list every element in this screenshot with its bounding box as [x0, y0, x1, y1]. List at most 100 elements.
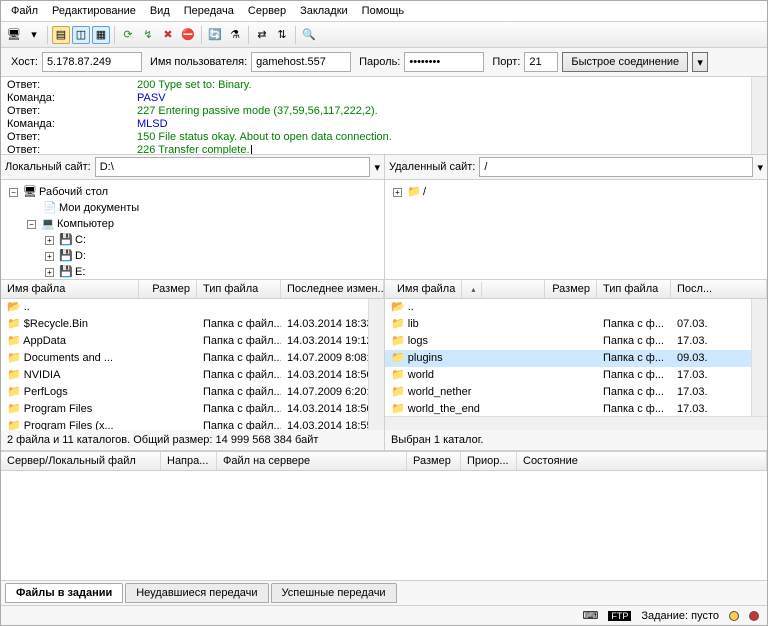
message-log[interactable]: Ответ:200 Type set to: Binary.Команда:PA… — [1, 77, 767, 155]
scrollbar[interactable] — [751, 77, 767, 154]
dropdown-icon[interactable]: ▾ — [25, 26, 43, 44]
queue-list[interactable] — [1, 471, 767, 580]
tree-label[interactable]: C: — [75, 232, 86, 248]
tree-label[interactable]: Компьютер — [57, 216, 114, 232]
statusbar: ⌨ FTP Задание: пусто — [1, 605, 767, 625]
list-item[interactable]: 📁 Program Files — [1, 402, 139, 417]
user-input[interactable] — [251, 52, 351, 72]
queue-status: Задание: пусто — [641, 610, 719, 622]
queue-col-prio[interactable]: Приор... — [461, 452, 517, 470]
expand-icon[interactable]: − — [27, 220, 36, 229]
expand-icon[interactable]: + — [45, 236, 54, 245]
tree-label[interactable]: Мои документы — [59, 200, 139, 216]
remote-path-input[interactable] — [479, 157, 753, 177]
expand-icon[interactable]: + — [45, 252, 54, 261]
col-type[interactable]: Тип файла — [197, 280, 281, 298]
menubar: Файл Редактирование Вид Передача Сервер … — [1, 1, 767, 22]
local-list-header[interactable]: Имя файла Размер Тип файла Последнее изм… — [1, 280, 384, 299]
queue-col-remote[interactable]: Файл на сервере — [217, 452, 407, 470]
log-value: 227 Entering passive mode (37,59,56,117,… — [137, 105, 378, 118]
quickconnect-button[interactable]: Быстрое соединение — [562, 52, 688, 72]
list-item[interactable]: 📁 $Recycle.Bin — [1, 317, 139, 332]
expand-icon[interactable]: + — [393, 188, 402, 197]
filter-icon[interactable]: ⚗ — [226, 26, 244, 44]
chevron-down-icon[interactable]: ▾ — [757, 161, 763, 174]
remote-list[interactable]: 📂 ..📁 libПапка с ф...07.03.📁 logsПапка с… — [385, 299, 767, 430]
toggle-queue-icon[interactable]: ▦ — [92, 26, 110, 44]
scrollbar[interactable] — [751, 299, 767, 430]
folder-icon: 📁 — [407, 186, 421, 198]
tab-success[interactable]: Успешные передачи — [271, 583, 397, 603]
expand-icon[interactable]: + — [45, 268, 54, 277]
col-mod[interactable]: Последнее измен... — [281, 280, 384, 298]
list-item[interactable]: 📁 logs — [385, 334, 545, 349]
cancel-icon[interactable]: ✖ — [159, 26, 177, 44]
tab-failed[interactable]: Неудавшиеся передачи — [125, 583, 268, 603]
local-path-input[interactable] — [95, 157, 371, 177]
tree-label[interactable]: / — [423, 184, 426, 200]
col-type[interactable]: Тип файла — [597, 280, 671, 298]
local-tree[interactable]: −🖥Рабочий стол📄Мои документы−💻Компьютер+… — [1, 180, 384, 280]
chevron-down-icon[interactable]: ▾ — [374, 161, 380, 174]
queue-col-size[interactable]: Размер — [407, 452, 461, 470]
keyboard-icon[interactable]: ⌨ — [582, 609, 598, 622]
list-item[interactable]: 📁 PerfLogs — [1, 385, 139, 400]
list-item[interactable]: 📁 Documents and ... — [1, 351, 139, 366]
col-mod[interactable]: Посл... — [671, 280, 767, 298]
list-item[interactable]: 📁 world — [385, 368, 545, 383]
find-icon[interactable]: 🔍 — [300, 26, 318, 44]
menu-server[interactable]: Сервер — [242, 3, 292, 19]
scrollbar[interactable] — [368, 299, 384, 430]
remote-pane: Удаленный сайт: ▾ +📁/ Имя файла▴ Размер … — [385, 155, 767, 451]
remote-tree[interactable]: + 📁/ — [385, 180, 767, 280]
refresh-icon[interactable]: ⟳ — [119, 26, 137, 44]
menu-transfer[interactable]: Передача — [178, 3, 240, 19]
remote-list-header[interactable]: Имя файла▴ Размер Тип файла Посл... — [385, 280, 767, 299]
sitemanager-icon[interactable]: 🖥 — [5, 26, 23, 44]
menu-file[interactable]: Файл — [5, 3, 44, 19]
expand-icon[interactable]: − — [9, 188, 18, 197]
list-item[interactable]: 📁 lib — [385, 317, 545, 332]
menu-help[interactable]: Помощь — [356, 3, 411, 19]
host-input[interactable] — [42, 52, 142, 72]
list-item[interactable]: 📁 AppData — [1, 334, 139, 349]
list-item[interactable]: 📁 world_the_end — [385, 402, 545, 417]
list-item[interactable]: 📂 .. — [385, 300, 545, 315]
scrollbar-h[interactable] — [385, 416, 767, 430]
port-input[interactable] — [524, 52, 558, 72]
queue-col-dir[interactable]: Напра... — [161, 452, 217, 470]
menu-bookmarks[interactable]: Закладки — [294, 3, 354, 19]
led-2-icon — [749, 611, 759, 621]
col-size[interactable]: Размер — [545, 280, 597, 298]
tree-label[interactable]: D: — [75, 248, 86, 264]
reconnect-icon[interactable]: 🔄 — [206, 26, 224, 44]
log-label: Команда: — [7, 118, 137, 131]
tree-label[interactable]: E: — [75, 264, 85, 280]
list-item[interactable]: 📁 Program Files (x... — [1, 419, 139, 430]
tree-label[interactable]: Рабочий стол — [39, 184, 108, 200]
list-item[interactable]: 📁 NVIDIA — [1, 368, 139, 383]
pass-input[interactable] — [404, 52, 484, 72]
compare-icon[interactable]: ⇄ — [253, 26, 271, 44]
disconnect-icon[interactable]: ⛔ — [179, 26, 197, 44]
local-list[interactable]: 📂 ..📁 $Recycle.BinПапка с файл...14.03.2… — [1, 299, 384, 430]
queue-col-state[interactable]: Состояние — [517, 452, 767, 470]
toggle-log-icon[interactable]: ▤ — [52, 26, 70, 44]
col-name[interactable]: Имя файла▴ — [385, 280, 545, 298]
log-value: 226 Transfer complete. — [137, 144, 252, 155]
quickconnect-dropdown[interactable]: ▾ — [692, 52, 708, 72]
sync-icon[interactable]: ⇅ — [273, 26, 291, 44]
col-size[interactable]: Размер — [139, 280, 197, 298]
list-item[interactable]: 📂 .. — [1, 300, 139, 315]
list-item[interactable]: 📁 plugins — [385, 351, 545, 366]
log-value: 200 Type set to: Binary. — [137, 79, 252, 92]
menu-edit[interactable]: Редактирование — [46, 3, 142, 19]
col-name[interactable]: Имя файла — [1, 280, 139, 298]
queue-col-server[interactable]: Сервер/Локальный файл — [1, 452, 161, 470]
toggle-tree-icon[interactable]: ◫ — [72, 26, 90, 44]
queue-header[interactable]: Сервер/Локальный файл Напра... Файл на с… — [1, 452, 767, 471]
tab-queued[interactable]: Файлы в задании — [5, 583, 123, 603]
list-item[interactable]: 📁 world_nether — [385, 385, 545, 400]
menu-view[interactable]: Вид — [144, 3, 176, 19]
process-icon[interactable]: ↯ — [139, 26, 157, 44]
